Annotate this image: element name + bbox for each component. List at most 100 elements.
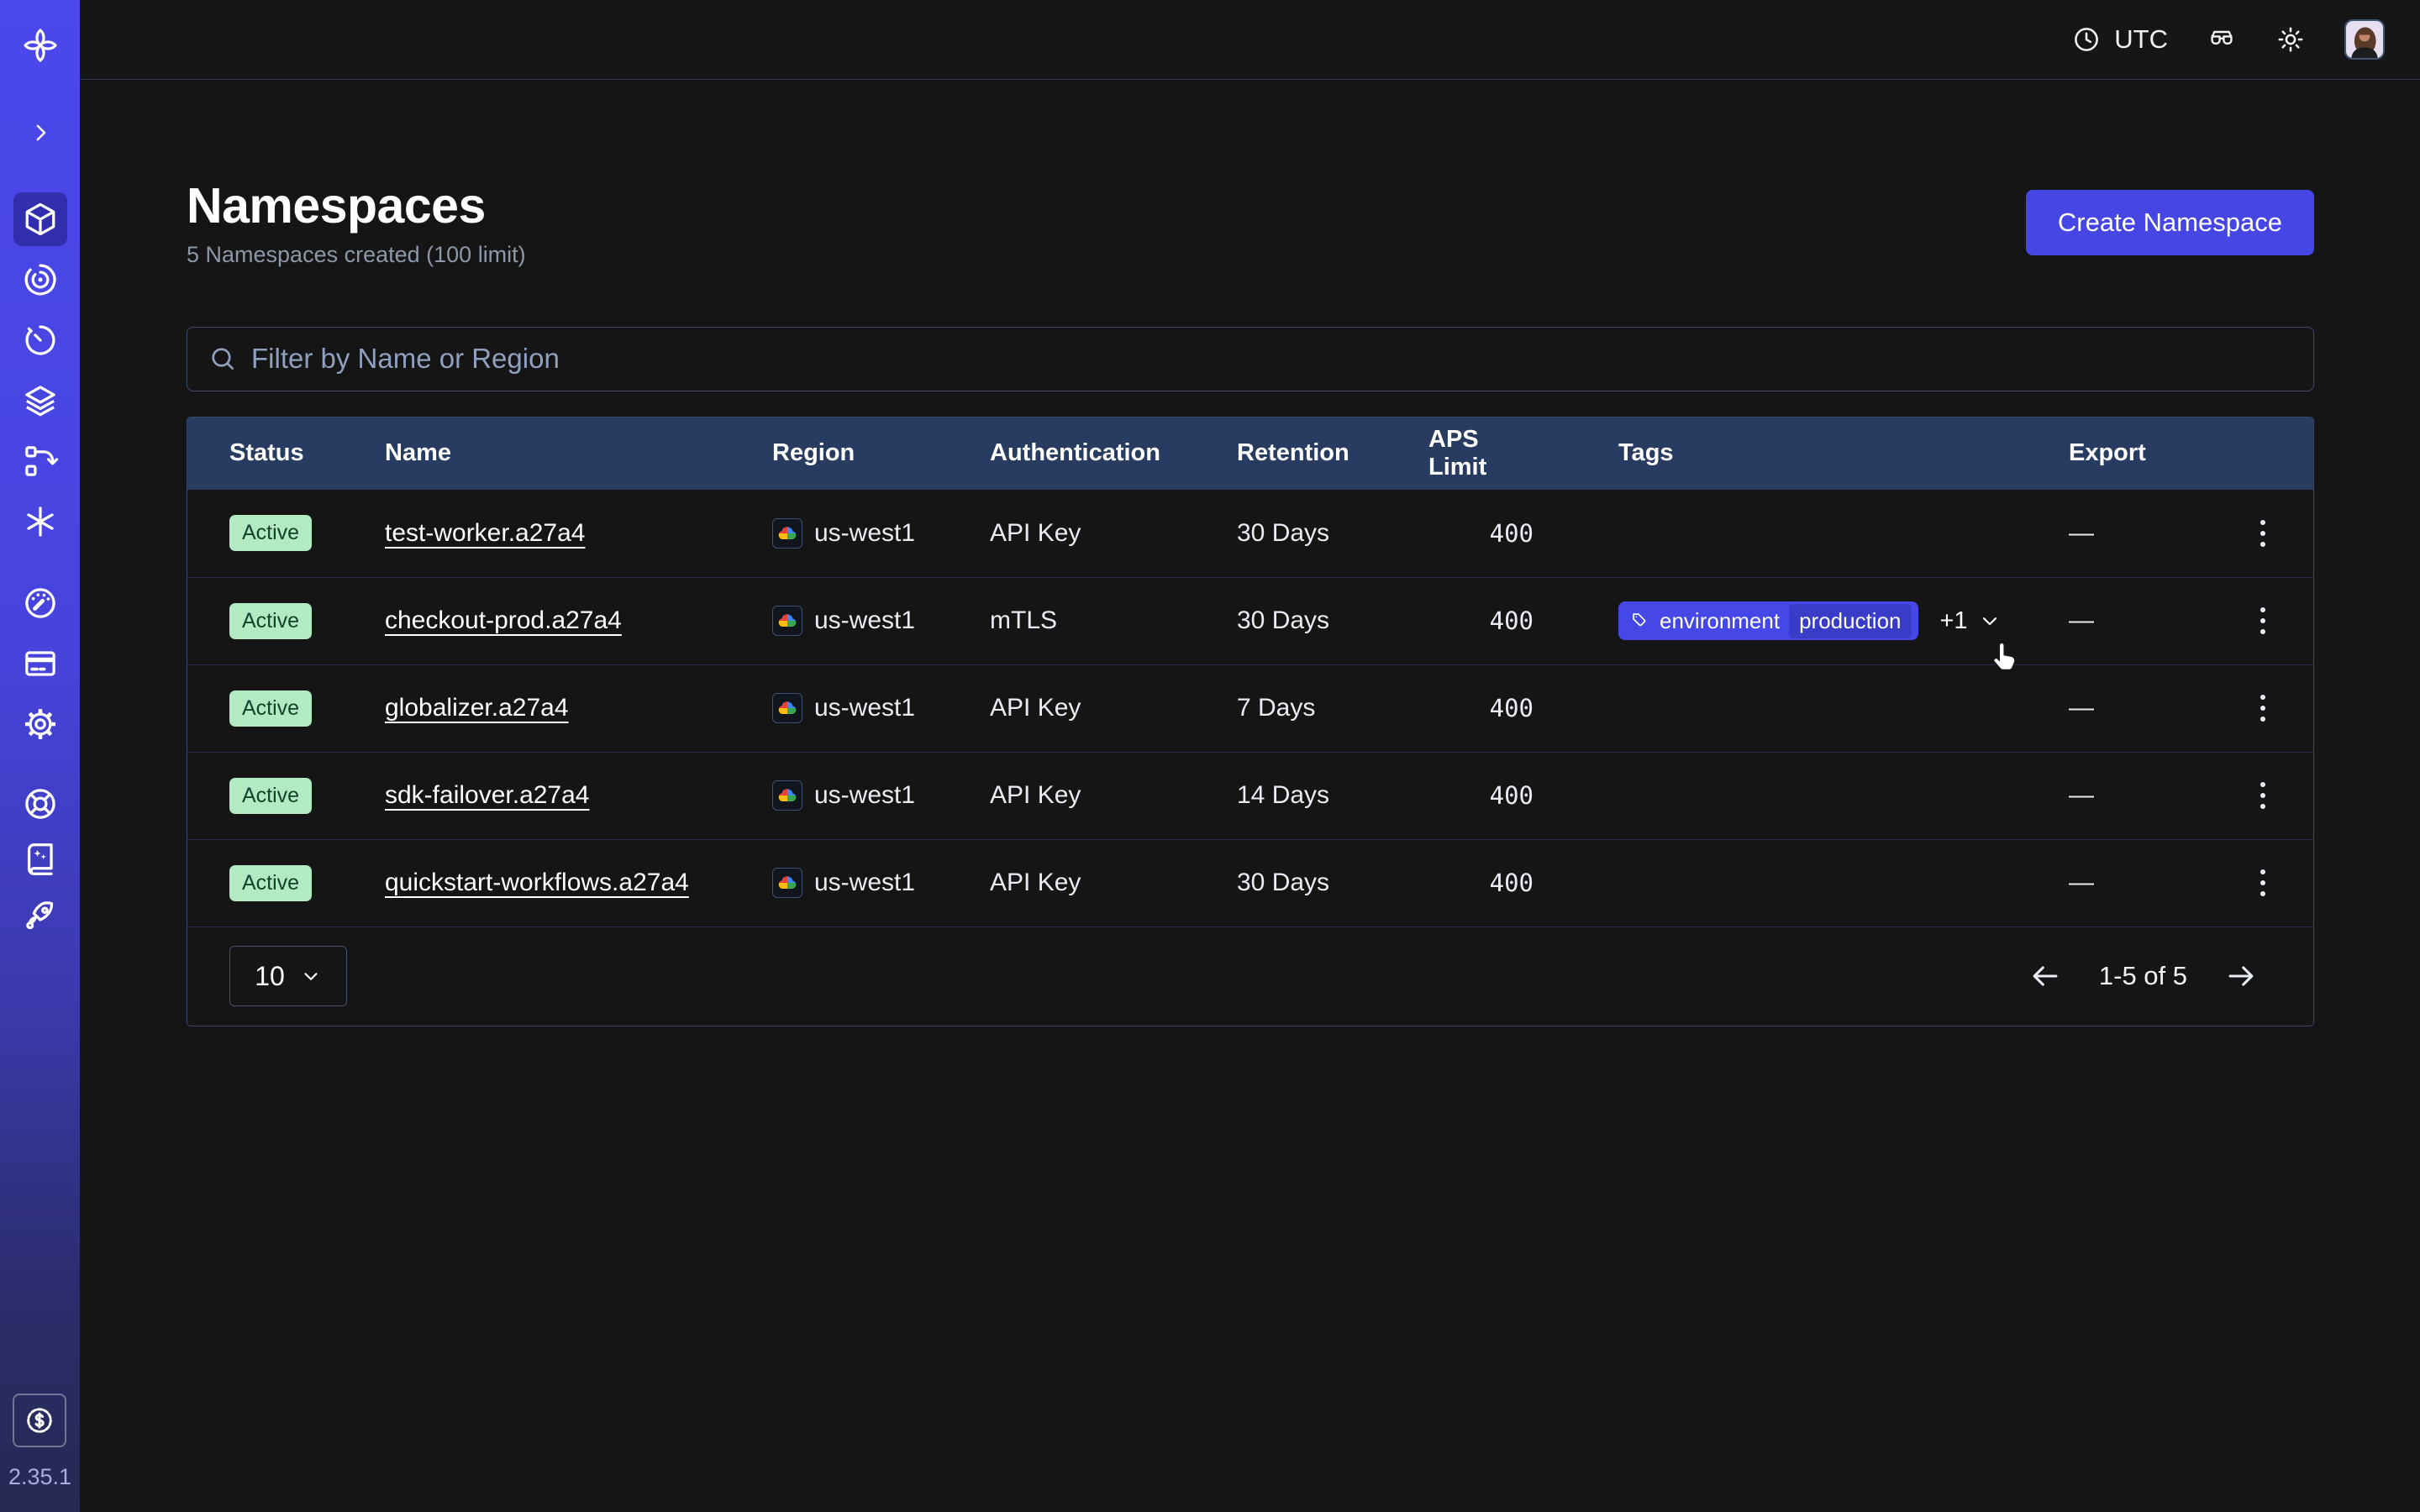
namespace-link[interactable]: test-worker.a27a4 — [385, 519, 585, 548]
gear-icon — [21, 705, 60, 743]
column-header-region: Region — [772, 439, 990, 467]
namespace-link[interactable]: globalizer.a27a4 — [385, 694, 569, 722]
region-label: us-west1 — [814, 694, 915, 722]
spiral-icon — [21, 260, 60, 299]
gcp-cloud-icon — [772, 868, 802, 898]
tag-key: environment — [1660, 608, 1780, 634]
status-badge: Active — [229, 865, 312, 901]
table-row: Active sdk-failover.a27a4 us-west1 API K… — [187, 752, 2313, 839]
user-avatar[interactable] — [2344, 19, 2385, 60]
tag-icon — [1631, 612, 1650, 631]
namespace-link[interactable]: quickstart-workflows.a27a4 — [385, 869, 689, 897]
arrow-left-icon — [2027, 958, 2064, 995]
auth-label: mTLS — [990, 606, 1237, 635]
row-menu-button[interactable] — [2236, 686, 2290, 730]
namespace-link[interactable]: checkout-prod.a27a4 — [385, 606, 622, 635]
region-label: us-west1 — [814, 781, 915, 810]
page-subtitle: 5 Namespaces created (100 limit) — [187, 242, 526, 268]
sidebar-footer: 2.35.1 — [8, 1394, 71, 1512]
namespace-link[interactable]: sdk-failover.a27a4 — [385, 781, 590, 810]
auth-label: API Key — [990, 781, 1237, 810]
main-panel: Namespaces 5 Namespaces created (100 lim… — [80, 80, 2420, 1026]
sidebar-item-getting-started[interactable] — [13, 888, 67, 942]
chevron-down-icon — [1978, 609, 2002, 633]
column-header-tags: Tags — [1618, 439, 2069, 467]
temporal-logo-icon[interactable] — [13, 18, 67, 72]
column-header-status: Status — [187, 439, 385, 467]
sidebar-item-namespaces[interactable] — [13, 192, 67, 246]
column-header-aps-limit: APS Limit — [1428, 426, 1618, 481]
layers-icon — [21, 381, 60, 420]
table-pagination: 10 1-5 of 5 — [187, 927, 2313, 1026]
tag-pill[interactable]: environment production — [1618, 601, 1918, 640]
tags-cell: environment production +1 — [1618, 601, 2069, 640]
aps-limit-value: 400 — [1428, 519, 1618, 548]
sidebar-item-billing[interactable] — [13, 637, 67, 690]
row-menu-button[interactable] — [2236, 861, 2290, 905]
topbar: UTC — [80, 0, 2420, 80]
export-value: — — [2069, 781, 2212, 810]
branch-icon — [21, 442, 60, 480]
export-value: — — [2069, 869, 2212, 897]
filter-input[interactable] — [251, 343, 2293, 375]
sidebar-item-pricing[interactable] — [13, 1394, 66, 1447]
column-header-authentication: Authentication — [990, 439, 1237, 467]
timezone-selector[interactable]: UTC — [2071, 24, 2168, 55]
tags-more-count: +1 — [1940, 607, 1968, 635]
page-range-label: 1-5 of 5 — [2099, 961, 2187, 991]
column-header-export: Export — [2069, 439, 2212, 467]
row-menu-button[interactable] — [2236, 512, 2290, 555]
page-header: Namespaces 5 Namespaces created (100 lim… — [187, 178, 2314, 268]
auth-label: API Key — [990, 694, 1237, 722]
table-row: Active globalizer.a27a4 us-west1 API Key… — [187, 664, 2313, 752]
retention-label: 30 Days — [1237, 606, 1428, 635]
app-version: 2.35.1 — [8, 1464, 71, 1490]
prev-page-button[interactable] — [2027, 958, 2064, 995]
chevron-down-icon — [300, 965, 322, 987]
sidebar-item-usage[interactable] — [13, 576, 67, 630]
sidebar-item-docs[interactable] — [13, 832, 67, 886]
table-header: Status Name Region Authentication Retent… — [187, 417, 2313, 490]
aps-limit-value: 400 — [1428, 694, 1618, 722]
credit-card-icon — [21, 644, 60, 683]
next-page-button[interactable] — [2223, 958, 2260, 995]
search-icon — [208, 344, 238, 374]
lifebuoy-icon — [21, 785, 60, 823]
sidebar-item-batch-operations[interactable] — [13, 434, 67, 488]
status-badge: Active — [229, 778, 312, 814]
create-namespace-button[interactable]: Create Namespace — [2026, 190, 2314, 255]
retention-label: 30 Days — [1237, 519, 1428, 548]
sidebar-item-deployments[interactable] — [13, 374, 67, 428]
sidebar-item-schedules[interactable] — [13, 313, 67, 367]
page-title: Namespaces — [187, 178, 526, 235]
tags-expand-button[interactable] — [1978, 609, 2002, 633]
region-label: us-west1 — [814, 606, 915, 635]
sidebar-collapse-button[interactable] — [13, 106, 67, 160]
sidebar-item-nexus[interactable] — [13, 495, 67, 549]
region-cell: us-west1 — [772, 606, 990, 636]
sidebar-item-workflows[interactable] — [13, 253, 67, 307]
timer-icon — [21, 321, 60, 360]
sidebar-item-settings[interactable] — [13, 697, 67, 751]
row-menu-button[interactable] — [2236, 774, 2290, 817]
export-value: — — [2069, 519, 2212, 548]
row-menu-button[interactable] — [2236, 599, 2290, 643]
gcp-cloud-icon — [772, 518, 802, 549]
table-row: Active quickstart-workflows.a27a4 us-wes… — [187, 839, 2313, 927]
column-header-retention: Retention — [1237, 439, 1428, 467]
glasses-icon[interactable] — [2207, 24, 2237, 55]
export-value: — — [2069, 606, 2212, 635]
page-size-select[interactable]: 10 — [229, 946, 347, 1006]
gcp-cloud-icon — [772, 693, 802, 723]
aps-limit-value: 400 — [1428, 781, 1618, 810]
page-size-value: 10 — [255, 961, 285, 992]
status-badge: Active — [229, 690, 312, 727]
region-cell: us-west1 — [772, 518, 990, 549]
region-cell: us-west1 — [772, 868, 990, 898]
export-value: — — [2069, 694, 2212, 722]
filter-bar — [187, 327, 2314, 391]
sidebar-item-support[interactable] — [13, 777, 67, 831]
dollar-badge-icon — [22, 1403, 57, 1438]
chevron-right-icon — [28, 120, 53, 145]
sun-icon[interactable] — [2275, 24, 2306, 55]
